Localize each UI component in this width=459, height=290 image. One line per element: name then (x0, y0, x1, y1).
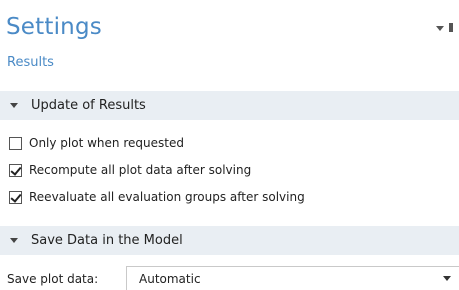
triangle-down-icon (10, 103, 18, 108)
recompute-plot-data-checkbox[interactable]: Recompute all plot data after solving (9, 161, 251, 179)
pin-icon[interactable] (449, 23, 453, 32)
select-value: Automatic (139, 272, 201, 286)
chevron-down-icon[interactable] (436, 26, 444, 31)
checkbox-label: Recompute all plot data after solving (29, 163, 252, 177)
checkbox-box[interactable] (9, 190, 22, 204)
panel-subtitle: Results (7, 55, 54, 70)
checkbox-label: Reevaluate all evaluation groups after s… (29, 190, 305, 204)
settings-panel: Settings Results Update of Results Only … (0, 0, 459, 290)
panel-header-controls (433, 22, 459, 36)
panel-title: Settings (6, 14, 102, 40)
section-label: Update of Results (31, 98, 146, 113)
section-update-of-results[interactable]: Update of Results (0, 91, 459, 120)
checkbox-box[interactable] (9, 163, 22, 177)
checkbox-label: Only plot when requested (29, 136, 184, 150)
save-plot-data-select[interactable]: Automatic (126, 266, 459, 290)
section-save-data-in-model[interactable]: Save Data in the Model (0, 226, 459, 255)
section-label: Save Data in the Model (31, 233, 183, 248)
triangle-down-icon (10, 238, 18, 243)
chevron-down-icon (443, 276, 451, 281)
reevaluate-evaluation-groups-checkbox[interactable]: Reevaluate all evaluation groups after s… (9, 188, 305, 206)
only-plot-when-requested-checkbox[interactable]: Only plot when requested (9, 134, 184, 152)
save-plot-data-label: Save plot data: (7, 272, 99, 286)
checkbox-box[interactable] (9, 136, 22, 150)
